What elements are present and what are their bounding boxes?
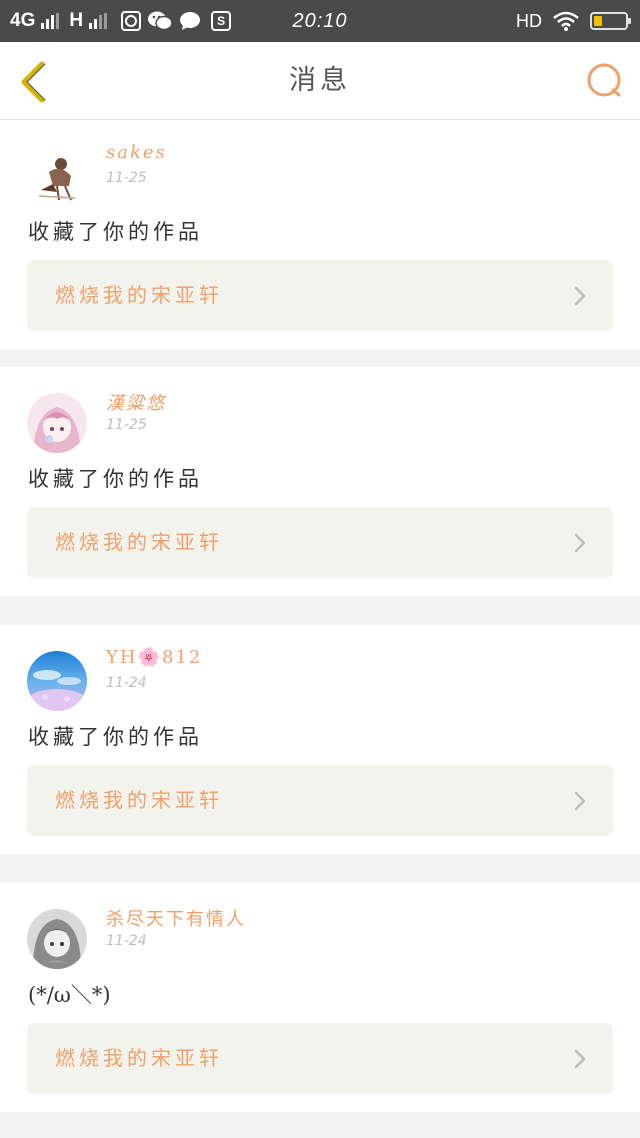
username[interactable]: 漢粱悠 [106, 389, 166, 415]
wifi-icon [552, 11, 580, 31]
work-link[interactable]: 燃烧我的宋亚轩 [27, 765, 613, 836]
message-card: sakes 11-25 收藏了你的作品 燃烧我的宋亚轩 [0, 120, 640, 349]
status-bar: 4G H S 20:10 HD [0, 0, 640, 42]
nav-header: 消息 [0, 42, 640, 120]
message-card: YH🌸812 11-24 收藏了你的作品 燃烧我的宋亚轩 [0, 625, 640, 854]
username[interactable]: 杀尽天下有情人 [106, 905, 246, 931]
chevron-right-icon [573, 1049, 587, 1069]
message-date: 11-24 [106, 675, 147, 691]
chevron-right-icon [573, 286, 587, 306]
message-text: 收藏了你的作品 [28, 220, 203, 244]
message-text: (*/ω＼*) [28, 983, 111, 1007]
work-title: 燃烧我的宋亚轩 [55, 1046, 223, 1070]
message-card: 漢粱悠 11-25 收藏了你的作品 燃烧我的宋亚轩 [0, 367, 640, 596]
chevron-right-icon [573, 533, 587, 553]
avatar[interactable] [27, 651, 87, 711]
search-icon[interactable] [586, 62, 624, 100]
page-title: 消息 [289, 65, 351, 96]
username[interactable]: YH🌸812 [106, 647, 202, 668]
work-title: 燃烧我的宋亚轩 [55, 530, 223, 554]
work-link[interactable]: 燃烧我的宋亚轩 [27, 260, 613, 331]
hd-label: HD [516, 10, 542, 31]
avatar[interactable] [27, 146, 87, 206]
message-date: 11-25 [106, 417, 147, 433]
status-right: HD [516, 0, 631, 42]
message-date: 11-24 [106, 933, 147, 949]
avatar[interactable] [27, 909, 87, 969]
work-title: 燃烧我的宋亚轩 [55, 788, 223, 812]
message-card: 杀尽天下有情人 11-24 (*/ω＼*) 燃烧我的宋亚轩 [0, 883, 640, 1112]
message-date: 11-25 [106, 170, 147, 186]
battery-icon [590, 12, 631, 30]
work-title: 燃烧我的宋亚轩 [55, 283, 223, 307]
avatar[interactable] [27, 393, 87, 453]
message-text: 收藏了你的作品 [28, 467, 203, 491]
username[interactable]: sakes [106, 142, 167, 163]
chevron-right-icon [573, 791, 587, 811]
work-link[interactable]: 燃烧我的宋亚轩 [27, 507, 613, 578]
message-text: 收藏了你的作品 [28, 725, 203, 749]
battery-level [594, 16, 602, 26]
work-link[interactable]: 燃烧我的宋亚轩 [27, 1023, 613, 1094]
